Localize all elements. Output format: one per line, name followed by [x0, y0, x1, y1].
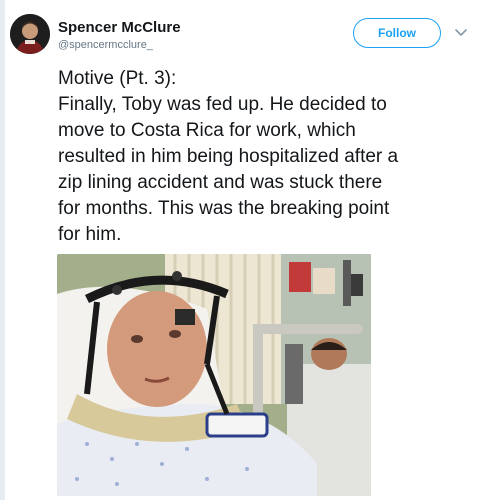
author-name[interactable]: Spencer McClure — [58, 19, 181, 36]
tweet-text-line: move to Costa Rica for work, which — [58, 120, 356, 141]
left-divider — [0, 0, 5, 500]
avatar[interactable] — [10, 14, 50, 54]
tweet-text-line: Motive (Pt. 3): — [58, 68, 177, 89]
tweet-text-line: zip lining accident and was stuck there — [58, 172, 383, 193]
tweet-text-line: for months. This was the breaking point — [58, 198, 390, 219]
chevron-down-icon[interactable] — [453, 24, 469, 40]
author-handle[interactable]: @spencermcclure_ — [58, 39, 153, 51]
tweet-text-line: for him. — [58, 224, 122, 245]
tweet-text: Motive (Pt. 3): Finally, Toby was fed up… — [58, 66, 468, 248]
tweet-text-line: resulted in him being hospitalized after… — [58, 146, 399, 167]
follow-button[interactable]: Follow — [353, 18, 441, 48]
tweet-photo[interactable] — [57, 254, 371, 496]
tweet-text-line: Finally, Toby was fed up. He decided to — [58, 94, 387, 115]
tweet-header: Spencer McClure @spencermcclure_ Follow — [10, 10, 470, 60]
